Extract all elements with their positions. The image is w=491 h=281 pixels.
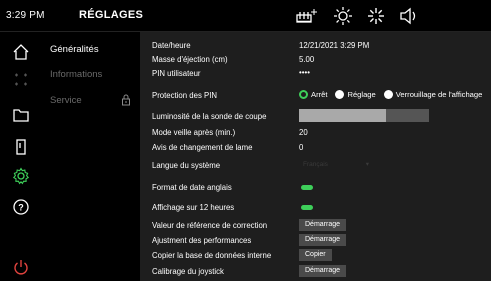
top-bar: 3:29 PM RÉGLAGES (0, 0, 491, 31)
blade-notice-label: Avis de changement de lame (152, 143, 253, 152)
ejection-mass-value[interactable]: 5.00 (299, 55, 314, 64)
svg-text:?: ? (18, 203, 24, 213)
radio-display-lock-label: Verrouillage de l'affichage (395, 90, 483, 99)
performance-label: Ajustment des performances (152, 236, 252, 245)
icon-sidebar: ? (0, 32, 41, 281)
grid-icon[interactable] (0, 67, 41, 93)
language-select-value: Français (303, 161, 328, 168)
joystick-label: Calibrage du joystick (152, 267, 224, 276)
menu-item-information[interactable]: Informations (50, 69, 102, 80)
chevron-down-icon: ▾ (365, 161, 369, 168)
language-label: Langue du système (152, 161, 221, 170)
datetime-value[interactable]: 12/21/2021 3:29 PM (299, 41, 369, 50)
pin-protection-radio-group: Arrêt Réglage Verrouillage de l'affichag… (299, 90, 490, 99)
radio-off-label: Arrêt (311, 90, 328, 99)
user-pin-label: PIN utilisateur (152, 69, 201, 78)
settings-menu: Généralités Informations Service (41, 32, 140, 281)
folder-icon[interactable] (0, 102, 41, 128)
radio-settings-label: Réglage (347, 90, 376, 99)
ejection-mass-label: Masse d'éjection (cm) (152, 55, 228, 64)
english-date-toggle[interactable] (301, 185, 313, 190)
brightness-slider-fill (299, 109, 387, 122)
brightness-label: Luminosité de la sonde de coupe (152, 112, 267, 121)
blade-notice-value[interactable]: 0 (299, 143, 303, 152)
menu-item-general[interactable]: Généralités (50, 44, 99, 55)
user-pin-value[interactable]: •••• (299, 68, 310, 77)
copy-db-label: Copier la base de données interne (152, 251, 272, 260)
joystick-start-button[interactable]: Démarrage (299, 265, 347, 277)
sun-icon[interactable] (333, 6, 353, 26)
english-date-label: Format de date anglais (152, 183, 232, 192)
printer-icon[interactable] (294, 6, 320, 26)
menu-item-service[interactable]: Service (50, 95, 82, 106)
door-icon[interactable] (0, 134, 41, 160)
gear-icon[interactable] (0, 163, 41, 189)
asterisk-icon[interactable] (366, 6, 386, 26)
clock: 3:29 PM (6, 10, 45, 21)
copy-db-button[interactable]: Copier (299, 249, 332, 261)
radio-display-lock[interactable] (383, 90, 393, 99)
settings-panel: Date/heure 12/21/2021 3:29 PM Masse d'éj… (140, 32, 491, 281)
hour12-label: Affichage sur 12 heures (152, 203, 235, 212)
radio-off[interactable] (299, 90, 308, 99)
standby-label: Mode veille après (min.) (152, 128, 236, 137)
page-title: RÉGLAGES (79, 9, 144, 21)
hour12-toggle[interactable] (301, 205, 313, 210)
ref-correction-label: Valeur de référence de correction (152, 221, 268, 230)
ref-correction-start-button[interactable]: Démarrage (299, 219, 347, 231)
language-select[interactable]: Français ▾ (299, 159, 375, 172)
speaker-icon[interactable] (398, 6, 420, 26)
pin-protection-label: Protection des PIN (152, 91, 218, 100)
brightness-slider[interactable] (299, 109, 429, 122)
performance-start-button[interactable]: Démarrage (299, 234, 347, 246)
power-icon[interactable] (0, 254, 41, 280)
lock-icon (121, 93, 131, 111)
datetime-label: Date/heure (152, 41, 191, 50)
standby-value[interactable]: 20 (299, 128, 308, 137)
home-icon[interactable] (0, 39, 41, 65)
radio-settings[interactable] (335, 90, 345, 99)
help-icon[interactable]: ? (0, 194, 41, 220)
